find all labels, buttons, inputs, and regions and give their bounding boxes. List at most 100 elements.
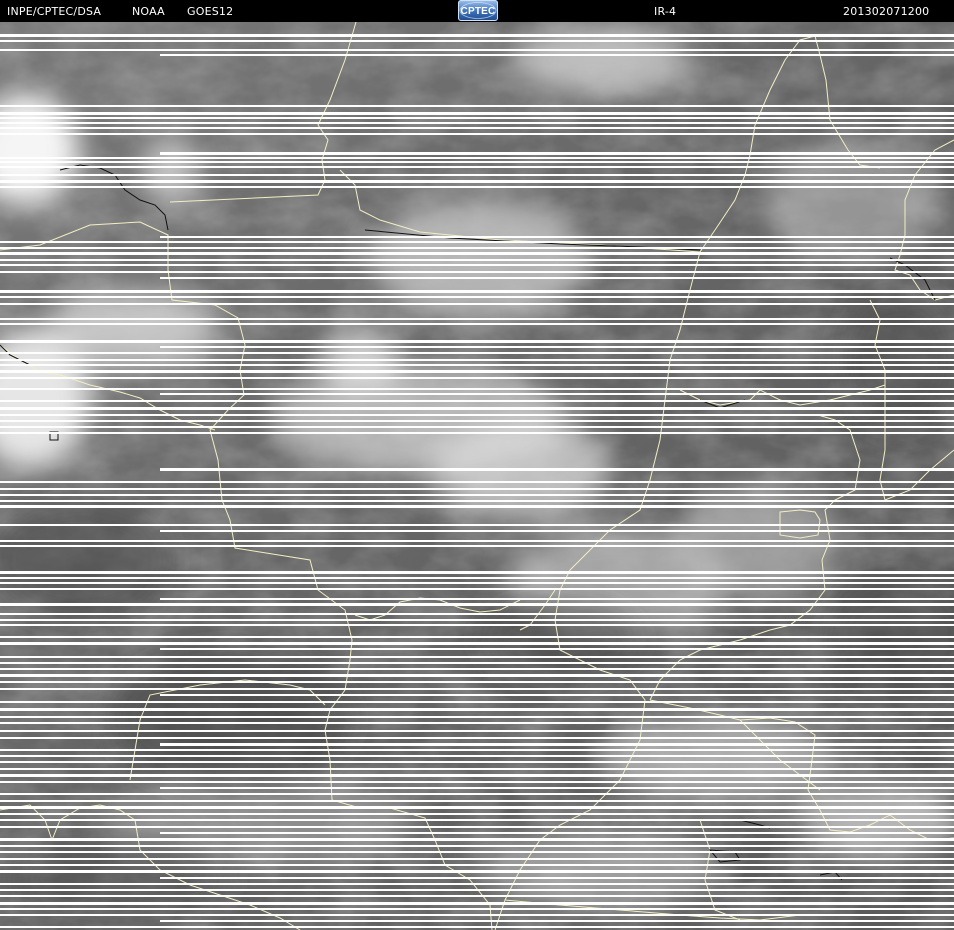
satellite-imagery xyxy=(0,22,954,930)
scan-gap-line xyxy=(0,895,954,897)
scan-gap-line xyxy=(0,851,954,853)
scan-gap-line xyxy=(0,49,954,51)
scan-gap-line xyxy=(0,388,954,390)
scan-gap-line xyxy=(0,624,954,626)
scan-gap-line xyxy=(0,370,954,373)
scan-gap-line xyxy=(0,166,954,168)
scan-gap-line xyxy=(0,264,954,266)
scan-gap-line xyxy=(0,432,954,434)
cptec-logo: CPTEC xyxy=(458,0,498,21)
scan-gap-line xyxy=(0,364,954,366)
scan-gap-line xyxy=(0,813,954,815)
scan-gap-line xyxy=(160,877,954,879)
scan-gap-line xyxy=(0,400,954,402)
scan-gap-line xyxy=(0,588,954,590)
scan-gap-line xyxy=(0,500,954,502)
scan-gap-line xyxy=(0,359,954,361)
scan-gap-line xyxy=(0,656,954,658)
scan-gap-line xyxy=(0,407,954,410)
scan-gap-line xyxy=(160,346,954,348)
scan-gap-line xyxy=(0,688,954,690)
scan-gap-line xyxy=(0,582,954,584)
scan-gap-line xyxy=(0,247,954,249)
scan-gap-line xyxy=(0,870,954,873)
scan-gap-line xyxy=(0,303,954,305)
scan-gap-line xyxy=(0,902,954,905)
scan-gap-line xyxy=(0,781,954,783)
scan-gap-line xyxy=(0,883,954,885)
scan-gap-line xyxy=(0,681,954,683)
scan-gap-line xyxy=(0,377,954,379)
scan-gap-line xyxy=(0,426,954,428)
image-header-bar: INPE/CPTEC/DSA NOAA GOES12 CPTEC IR-4 20… xyxy=(0,0,954,22)
scan-gap-line xyxy=(0,290,954,293)
scan-gap-line xyxy=(0,838,954,841)
scan-gap-line xyxy=(160,743,954,746)
scan-gap-line xyxy=(0,112,954,115)
scan-gap-line xyxy=(0,716,954,718)
scan-gap-line xyxy=(0,603,954,606)
scan-gap-line xyxy=(0,122,954,124)
scan-gap-line xyxy=(0,571,954,574)
scan-gap-line xyxy=(160,54,954,56)
scan-gap-line xyxy=(160,277,954,279)
svg-text:CPTEC: CPTEC xyxy=(461,6,496,17)
scan-gap-line xyxy=(0,259,954,261)
scan-gap-line xyxy=(0,774,954,777)
scan-gap-line xyxy=(160,694,954,696)
scan-gap-line xyxy=(0,340,954,343)
scan-gap-line xyxy=(0,858,954,860)
scan-gap-line xyxy=(0,161,954,163)
scan-gap-line xyxy=(0,662,954,664)
scan-gap-line xyxy=(160,236,954,238)
scan-gap-line xyxy=(0,174,954,176)
scan-gap-line xyxy=(0,271,954,273)
scan-gap-line xyxy=(160,787,954,789)
datetime-label: 201302071200 xyxy=(843,5,930,18)
scan-gap-line xyxy=(0,889,954,891)
scan-gap-line xyxy=(0,117,954,119)
scan-gap-line xyxy=(0,819,954,821)
scan-gap-line xyxy=(160,832,954,834)
scan-gap-line xyxy=(0,241,954,243)
operator-label: NOAA xyxy=(132,5,165,18)
scan-gap-line xyxy=(0,577,954,579)
scan-gap-line xyxy=(160,468,954,471)
scan-gap-line xyxy=(0,34,954,37)
scan-gap-line xyxy=(0,708,954,711)
scan-gap-line xyxy=(160,152,954,155)
imagery-canvas xyxy=(0,22,954,930)
scan-gap-line xyxy=(0,642,954,645)
scan-gap-line xyxy=(160,530,954,532)
scan-gap-line xyxy=(0,318,954,320)
scan-gap-line xyxy=(0,636,954,638)
scan-gap-line xyxy=(0,845,954,847)
scan-gap-line xyxy=(0,864,954,866)
scan-gap-line xyxy=(0,908,954,910)
scan-gap-line xyxy=(0,800,954,802)
agency-label: INPE/CPTEC/DSA xyxy=(7,5,102,18)
scan-gap-line xyxy=(160,598,954,600)
scan-gap-line xyxy=(0,674,954,677)
scan-gap-line xyxy=(0,613,954,615)
channel-label: IR-4 xyxy=(654,5,677,18)
satellite-label: GOES12 xyxy=(187,5,234,18)
scan-gap-line xyxy=(0,722,954,724)
scan-gap-line xyxy=(0,826,954,828)
scan-gap-line xyxy=(0,180,954,183)
scan-gap-line xyxy=(0,540,954,542)
scan-gap-line xyxy=(0,737,954,739)
scan-gap-line xyxy=(0,619,954,621)
scan-gap-line xyxy=(0,488,954,490)
scan-gap-line xyxy=(0,914,954,916)
scan-gap-line xyxy=(0,668,954,670)
scan-gap-line xyxy=(0,157,954,159)
scan-gap-line xyxy=(0,701,954,703)
scan-gap-line xyxy=(0,105,954,107)
scan-gap-line xyxy=(0,127,954,129)
scan-gap-line xyxy=(0,420,954,422)
scan-gap-line xyxy=(0,545,954,547)
scan-gap-line xyxy=(0,505,954,508)
scan-gap-line xyxy=(0,806,954,809)
scan-gap-line xyxy=(0,494,954,496)
